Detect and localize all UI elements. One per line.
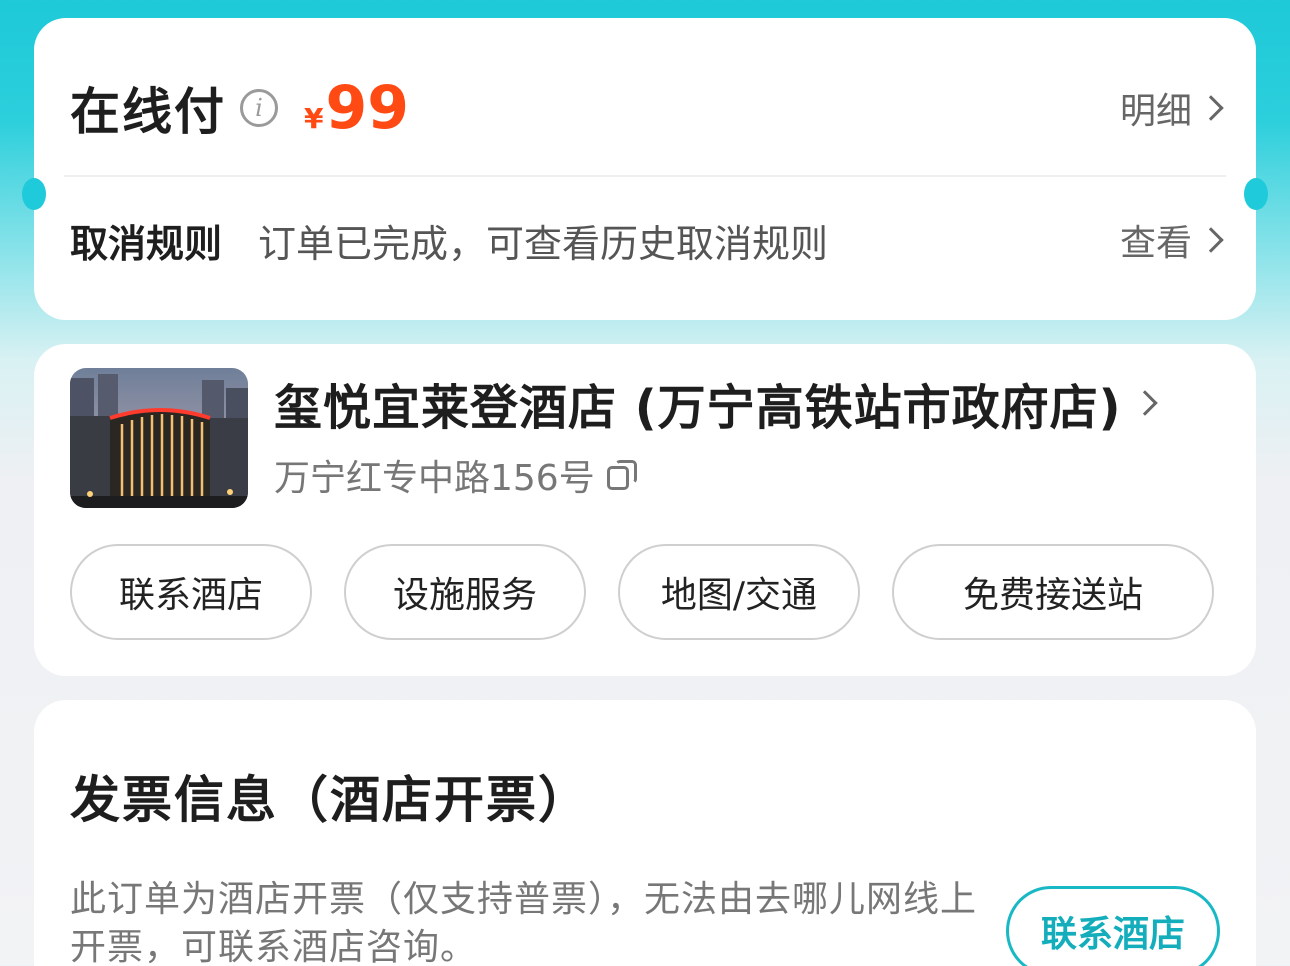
view-link-label: 查看 bbox=[1119, 223, 1192, 264]
facilities-button[interactable]: 设施服务 bbox=[344, 544, 586, 640]
view-cancellation-link[interactable]: 查看 bbox=[1119, 214, 1224, 266]
invoice-contact-hotel-button[interactable]: 联系酒店 bbox=[1006, 886, 1220, 966]
cancellation-label: 取消规则 bbox=[70, 221, 223, 266]
contact-hotel-button[interactable]: 联系酒店 bbox=[70, 544, 312, 640]
hotel-card: 玺悦宜莱登酒店 (万宁高铁站市政府店) 万宁红专中路156号 联系酒店 设施服务… bbox=[34, 344, 1256, 676]
hotel-address: 万宁红专中路156号 bbox=[274, 458, 595, 499]
payment-card: 在线付 i ¥ 99 明细 取消规则 订单已完成，可查看历史取消规则 查看 bbox=[22, 18, 1268, 320]
price-amount: 99 bbox=[325, 73, 409, 143]
copy-icon[interactable] bbox=[606, 460, 637, 490]
detail-link-label: 明细 bbox=[1119, 91, 1192, 132]
info-icon[interactable]: i bbox=[240, 89, 278, 127]
chevron-right-icon bbox=[1198, 95, 1224, 121]
hotel-photo[interactable] bbox=[70, 368, 248, 508]
map-transport-button[interactable]: 地图/交通 bbox=[618, 544, 860, 640]
hotel-address-row: 万宁红专中路156号 bbox=[274, 448, 637, 502]
invoice-card: 发票信息（酒店开票） 此订单为酒店开票（仅支持普票），无法由去哪儿网线上开票，可… bbox=[34, 700, 1256, 966]
detail-link[interactable]: 明细 bbox=[1119, 82, 1224, 134]
cancellation-row: 取消规则 订单已完成，可查看历史取消规则 查看 bbox=[70, 210, 1224, 270]
hotel-photo-image bbox=[70, 368, 248, 508]
free-shuttle-button[interactable]: 免费接送站 bbox=[892, 544, 1214, 640]
invoice-description: 此订单为酒店开票（仅支持普票），无法由去哪儿网线上开票，可联系酒店咨询。 bbox=[70, 879, 978, 966]
payment-title: 在线付 bbox=[70, 83, 226, 141]
invoice-title: 发票信息（酒店开票） bbox=[70, 771, 590, 829]
divider bbox=[64, 175, 1226, 177]
chevron-right-icon bbox=[1131, 390, 1158, 416]
payment-row: 在线付 i ¥ 99 明细 bbox=[70, 68, 1224, 148]
price: ¥ 99 bbox=[304, 73, 409, 143]
cancellation-text: 订单已完成，可查看历史取消规则 bbox=[258, 221, 829, 266]
card-notch-left bbox=[22, 178, 46, 210]
hotel-name-link[interactable]: 玺悦宜莱登酒店 (万宁高铁站市政府店) bbox=[274, 368, 1216, 438]
hotel-action-buttons: 联系酒店 设施服务 地图/交通 免费接送站 bbox=[70, 544, 1214, 640]
hotel-name: 玺悦宜莱登酒店 (万宁高铁站市政府店) bbox=[274, 380, 1122, 436]
chevron-right-icon bbox=[1198, 227, 1224, 253]
card-notch-right bbox=[1244, 178, 1268, 210]
currency-symbol: ¥ bbox=[304, 102, 324, 135]
